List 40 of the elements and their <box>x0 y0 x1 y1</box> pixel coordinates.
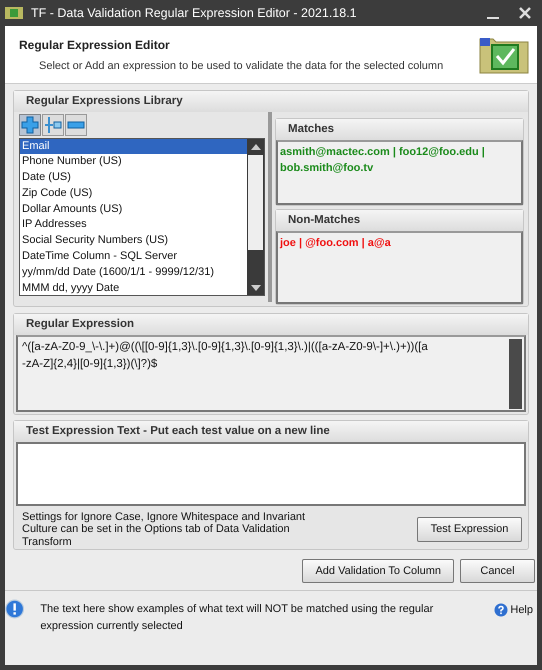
list-item[interactable]: MMM dd, yyyy Date <box>20 280 247 294</box>
list-item[interactable]: Zip Code (US) <box>20 186 247 202</box>
add-child-icon[interactable] <box>42 114 64 136</box>
remove-icon[interactable] <box>65 114 87 136</box>
info-icon <box>5 597 24 621</box>
add-icon[interactable] <box>19 114 41 136</box>
app-icon <box>5 7 23 19</box>
panel-title: Matches <box>276 118 523 140</box>
panel-title: Test Expression Text - Put each test value on a new line <box>14 420 528 442</box>
list-item[interactable]: Date (US) <box>20 170 247 186</box>
scrollbar[interactable] <box>509 338 522 408</box>
matches-text: asmith@mactec.com | foo12@foo.edu | bob.smith@foo.tv <box>280 144 486 176</box>
add-validation-button[interactable]: Add Validation To Column <box>302 558 454 583</box>
header-title: Regular Expression Editor <box>19 37 171 54</box>
close-icon[interactable] <box>519 7 531 19</box>
non-matches-text: joe | @foo.com | a@a <box>280 236 392 250</box>
scroll-down-icon[interactable] <box>250 284 260 292</box>
panel-title: Regular Expressions Library <box>14 90 528 112</box>
list-item[interactable]: Dollar Amounts (US) <box>20 202 247 218</box>
panel-title: Regular Expression <box>14 314 528 334</box>
test-input-field[interactable] <box>16 442 526 506</box>
header-subtitle: Select or Add an expression to be used to validate the data for the selected column <box>38 59 444 74</box>
list-item[interactable]: DateTime Column - SQL Server <box>20 249 247 265</box>
cancel-button[interactable]: Cancel <box>460 558 535 583</box>
panel-title: Non-Matches <box>276 210 523 230</box>
window-title: TF - Data Validation Regular Expression Editor - 2021.18.1 <box>31 4 358 22</box>
info-text: The text here show examples of what text will NOT be matched using the regular expression currently selected <box>40 602 434 634</box>
help-link[interactable]: Help <box>510 602 533 618</box>
folder-check-icon <box>479 36 529 74</box>
options-note: Settings for Ignore Case, Ignore Whitespace and Invariant Culture can be set in the Options tab of Data Validation Transform <box>22 510 306 548</box>
list-item[interactable]: yy/mm/dd Date (1600/1/1 - 9999/12/31) <box>20 264 247 281</box>
list-item[interactable]: Email <box>20 138 247 154</box>
list-item[interactable]: Social Security Numbers (US) <box>20 233 247 250</box>
help-icon[interactable] <box>494 603 508 618</box>
scroll-up-icon[interactable] <box>250 142 260 150</box>
test-expression-button[interactable]: Test Expression <box>417 517 522 542</box>
expression-field[interactable]: ^([a-zA-Z0-9_\-\.]+)@((\[[0-9]{1,3}\.[0-9]{1,3}\.[0-9]{1,3}\.)|(([a-zA-Z0-9\-]+\.)+))([a-zA-Z]{2,4}|[0-9]{1,3})(\]?)$ <box>16 334 526 412</box>
list-item[interactable]: Phone Number (US) <box>20 154 247 170</box>
scrollbar[interactable] <box>247 138 264 294</box>
list-item[interactable]: IP Addresses <box>20 217 247 234</box>
